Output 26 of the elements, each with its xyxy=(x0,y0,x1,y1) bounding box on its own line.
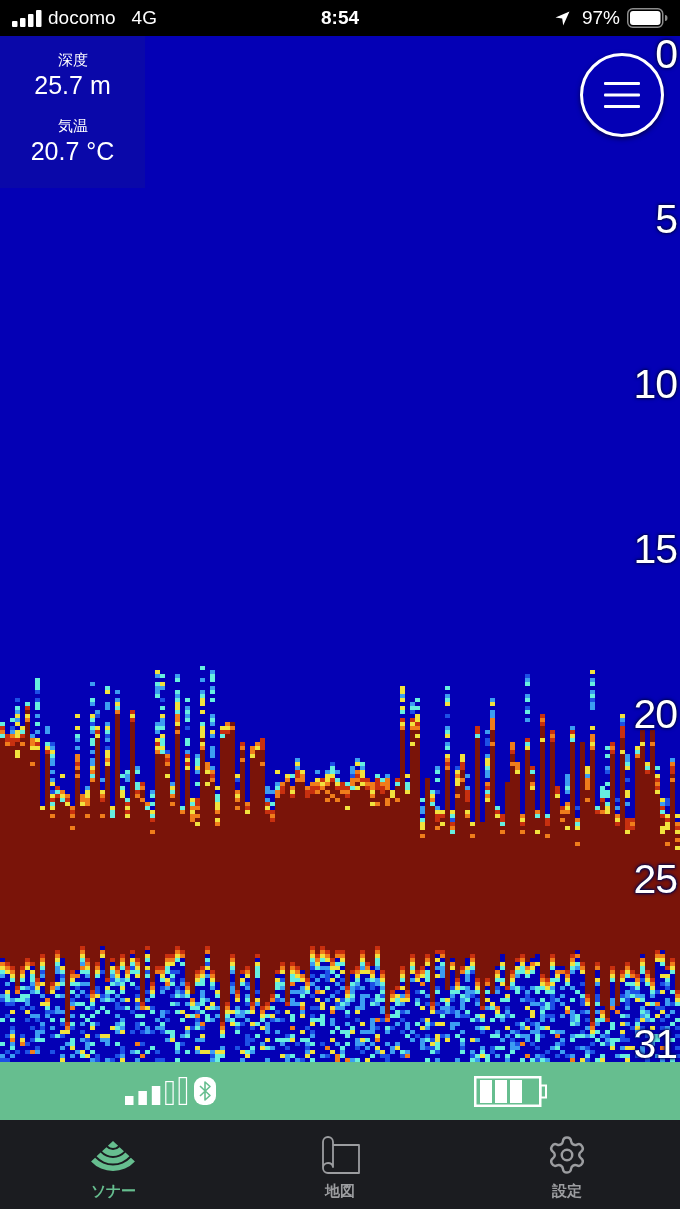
signal-strength-icon xyxy=(124,1077,189,1105)
depth-scale-label: 25 xyxy=(633,861,677,897)
depth-scale-label: 10 xyxy=(633,366,677,402)
battery-icon xyxy=(473,1075,547,1107)
carrier-name: docomo xyxy=(48,7,116,29)
depth-scale-label: 5 xyxy=(655,201,677,237)
menu-icon xyxy=(604,82,640,108)
depth-scale-label: 15 xyxy=(633,531,677,567)
battery-icon xyxy=(627,8,668,28)
sonar-fan-icon xyxy=(91,1139,136,1171)
location-arrow-icon xyxy=(554,10,570,26)
readout-value: 25.7 m xyxy=(34,70,111,100)
tab[interactable]: ソナー xyxy=(90,1120,136,1200)
cellular-signal-icon xyxy=(12,9,42,27)
readout-label: 深度 xyxy=(57,50,88,70)
battery-percentage: 97% xyxy=(581,7,620,29)
network-type: 4G xyxy=(131,7,157,29)
map-scroll-icon xyxy=(319,1135,361,1175)
bluetooth-icon xyxy=(193,1077,216,1105)
tab[interactable]: 設定 xyxy=(545,1120,588,1200)
depth-scale-label: 20 xyxy=(633,696,677,732)
depth-scale-label: 0 xyxy=(655,36,677,72)
clock-time: 8:54 xyxy=(321,7,359,29)
readout-label: 気温 xyxy=(57,116,88,136)
tab[interactable]: 地図 xyxy=(319,1120,361,1200)
readout-value: 20.7 °C xyxy=(30,136,115,166)
